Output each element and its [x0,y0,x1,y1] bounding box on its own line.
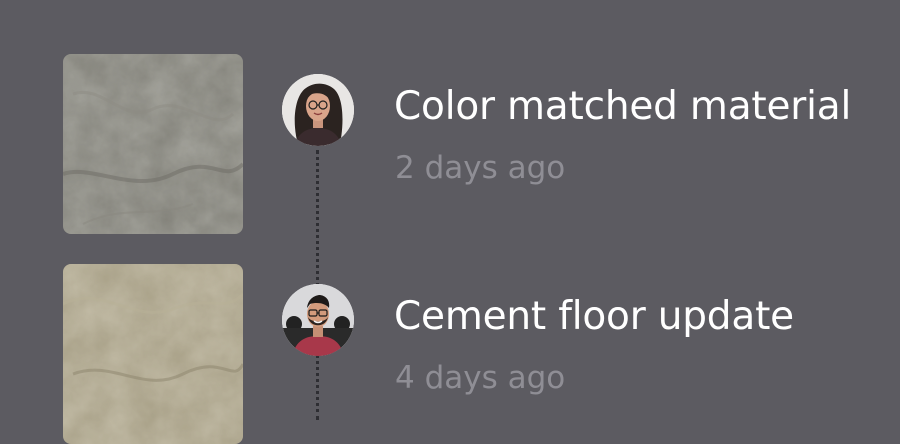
timeline-item[interactable]: Cement floor update 4 days ago [0,264,900,444]
user-avatar[interactable] [282,74,354,146]
activity-title[interactable]: Cement floor update [394,294,794,339]
activity-timestamp: 4 days ago [395,360,566,396]
material-thumbnail[interactable] [63,264,243,444]
activity-timestamp: 2 days ago [395,150,566,186]
user-avatar[interactable] [282,284,354,356]
activity-title[interactable]: Color matched material [394,84,851,129]
timeline-item[interactable]: Color matched material 2 days ago [0,54,900,234]
material-thumbnail[interactable] [63,54,243,234]
activity-timeline: Color matched material 2 days ago Cement… [0,0,900,444]
